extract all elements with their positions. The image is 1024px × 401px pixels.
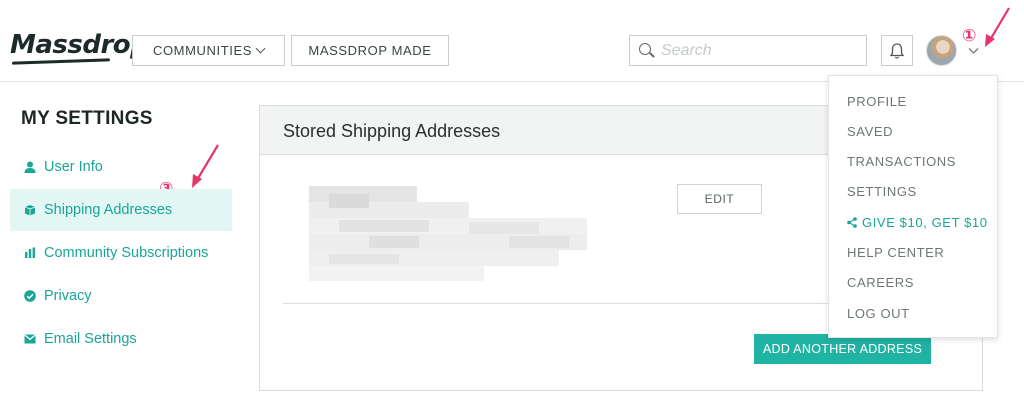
envelope-icon [24,333,36,345]
bell-icon [889,42,905,59]
sidebar-item-shipping-addresses[interactable]: Shipping Addresses [10,189,232,231]
add-another-address-button[interactable]: ADD ANOTHER ADDRESS [754,334,931,364]
edit-address-button[interactable]: EDIT [677,184,762,214]
menu-item-careers[interactable]: CAREERS [847,275,914,290]
sidebar-item-community-subscriptions[interactable]: Community Subscriptions [10,232,232,274]
sidebar-item-user-info[interactable]: User Info [10,146,232,188]
sidebar-item-email-settings[interactable]: Email Settings [10,318,232,360]
annotation-label-1: ① [962,26,977,46]
communities-button[interactable]: COMMUNITIES [132,35,285,66]
top-header: Massdrop COMMUNITIES MASSDROP MADE [0,0,1024,82]
sidebar-item-label: User Info [44,159,103,175]
menu-item-label: GIVE $10, GET $10 [862,215,988,230]
massdrop-made-button[interactable]: MASSDROP MADE [291,35,449,66]
massdrop-made-label: MASSDROP MADE [308,43,432,58]
search-input[interactable] [661,41,851,60]
user-icon [24,161,36,173]
communities-label: COMMUNITIES [152,43,253,58]
share-icon [847,217,857,228]
sidebar-item-privacy[interactable]: Privacy [10,275,232,317]
search-icon [639,42,655,59]
notifications-button[interactable] [881,35,913,66]
package-icon [24,204,36,216]
sidebar-item-label: Community Subscriptions [44,245,209,261]
menu-item-profile[interactable]: PROFILE [847,94,907,109]
sidebar-item-label: Email Settings [44,331,137,347]
blurred-address [309,186,587,281]
page-title: MY SETTINGS [21,108,153,129]
search-box[interactable] [629,35,867,66]
menu-item-saved[interactable]: SAVED [847,124,893,139]
avatar[interactable] [926,35,957,66]
menu-item-help-center[interactable]: HELP CENTER [847,245,944,260]
menu-item-transactions[interactable]: TRANSACTIONS [847,154,956,169]
sidebar-item-label: Shipping Addresses [44,202,173,218]
check-circle-icon [24,290,36,302]
menu-item-log-out[interactable]: LOG OUT [847,306,910,321]
menu-item-settings[interactable]: SETTINGS [847,184,917,199]
panel-title: Stored Shipping Addresses [283,121,501,141]
sidebar-item-label: Privacy [44,288,92,304]
user-dropdown-menu: PROFILE SAVED TRANSACTIONS SETTINGS GIVE… [828,75,998,338]
chevron-down-icon[interactable] [968,47,979,55]
massdrop-logo[interactable]: Massdrop [10,30,149,60]
bar-chart-icon [24,247,36,259]
chevron-down-icon [255,43,266,54]
menu-item-give-get[interactable]: GIVE $10, GET $10 [847,215,988,230]
